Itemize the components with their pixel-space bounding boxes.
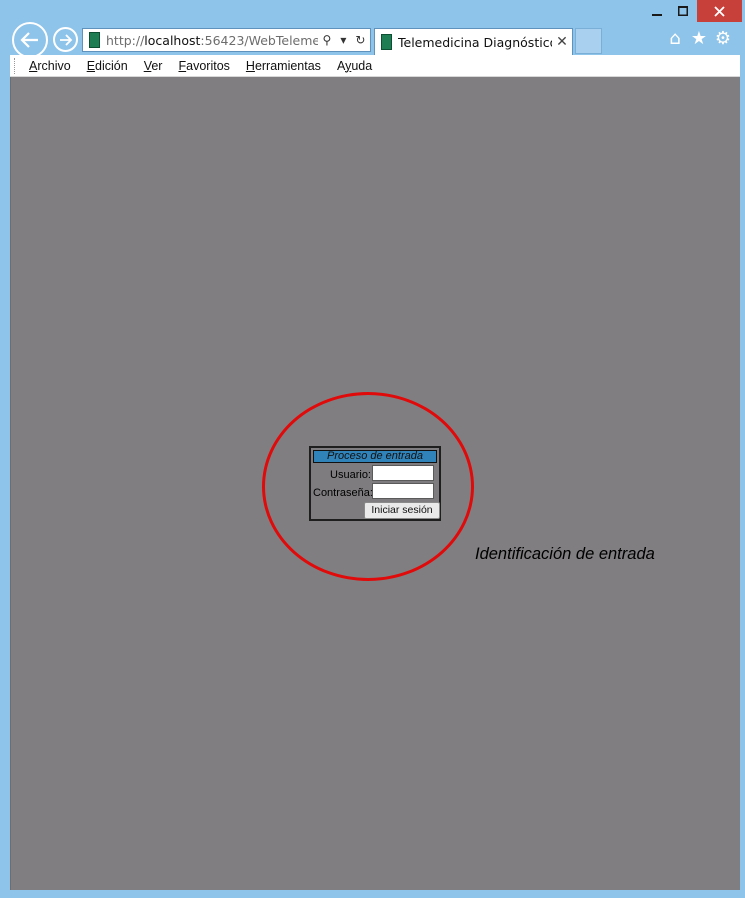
username-label: Usuario: xyxy=(330,469,371,481)
password-label: Contraseña: xyxy=(313,487,373,499)
url-scheme: http:// xyxy=(106,32,145,48)
menu-bar: Archivo Edición Ver Favoritos Herramient… xyxy=(10,55,740,77)
browser-chrome: http://localhost:56423/WebTelemed/W ⚲ ▾ … xyxy=(0,0,745,58)
address-bar[interactable]: http://localhost:56423/WebTelemed/W ⚲ ▾ … xyxy=(82,28,371,52)
menu-archivo-label: rchivo xyxy=(37,58,71,73)
browser-tab[interactable]: Telemedicina Diagnóstico r... ✕ xyxy=(374,28,573,55)
url-host: localhost xyxy=(144,32,201,48)
menu-ayuda-accesskey: Ay xyxy=(337,59,351,73)
menu-favoritos-label: avoritos xyxy=(186,58,230,73)
arrow-left-icon xyxy=(20,32,38,48)
username-input[interactable] xyxy=(372,465,434,481)
close-window-button[interactable] xyxy=(697,0,742,22)
password-input[interactable] xyxy=(372,483,434,499)
annotation-caption: Identificación de entrada xyxy=(475,545,655,563)
close-icon xyxy=(714,5,725,17)
address-url[interactable]: http://localhost:56423/WebTelemed/W xyxy=(106,33,318,48)
address-controls: ⚲ ▾ ↻ xyxy=(318,33,370,47)
forward-button[interactable] xyxy=(53,27,78,52)
menu-edicion[interactable]: Edición xyxy=(87,59,128,73)
tab-close-icon[interactable]: ✕ xyxy=(552,34,572,50)
arrow-right-icon xyxy=(59,33,72,46)
tab-favicon-icon xyxy=(381,34,392,50)
new-tab-button[interactable] xyxy=(575,28,602,54)
maximize-button[interactable] xyxy=(672,0,694,22)
menu-edicion-accesskey: E xyxy=(86,58,96,73)
refresh-icon[interactable]: ↻ xyxy=(355,33,365,47)
search-icon[interactable]: ⚲ xyxy=(323,33,332,47)
window-bottom-border xyxy=(0,890,745,898)
login-title: Proceso de entrada xyxy=(313,450,437,463)
back-button[interactable] xyxy=(12,22,48,58)
menu-ayuda[interactable]: Ayuda xyxy=(337,59,372,73)
menu-archivo[interactable]: Archivo xyxy=(29,59,71,73)
menu-favoritos-accesskey: F xyxy=(178,58,187,73)
favorites-star-icon[interactable]: ★ xyxy=(689,28,709,49)
menu-herramientas-accesskey: H xyxy=(245,58,255,73)
menu-edicion-label: dición xyxy=(95,58,128,73)
url-path: :56423/WebTelemed/W xyxy=(200,32,318,48)
menu-ayuda-label: uda xyxy=(351,58,373,73)
menu-ver[interactable]: Ver xyxy=(144,59,163,73)
menu-ayuda-prefix: A xyxy=(336,58,346,73)
home-icon[interactable]: ⌂ xyxy=(665,28,685,49)
site-favicon-icon xyxy=(89,32,100,48)
login-button[interactable]: Iniciar sesión xyxy=(364,502,440,519)
menu-herramientas[interactable]: Herramientas xyxy=(246,59,321,73)
login-panel: Proceso de entrada Usuario: Contraseña: … xyxy=(309,446,441,521)
menu-herramientas-label: erramientas xyxy=(254,58,321,73)
menu-grip xyxy=(14,57,17,74)
gear-icon[interactable]: ⚙ xyxy=(713,28,733,49)
dropdown-icon[interactable]: ▾ xyxy=(340,33,346,47)
menu-favoritos[interactable]: Favoritos xyxy=(178,59,229,73)
minimize-icon xyxy=(652,14,662,16)
menu-ver-label: er xyxy=(151,58,163,73)
minimize-button[interactable] xyxy=(646,0,668,22)
tab-title: Telemedicina Diagnóstico r... xyxy=(398,34,552,50)
maximize-icon xyxy=(678,6,688,16)
